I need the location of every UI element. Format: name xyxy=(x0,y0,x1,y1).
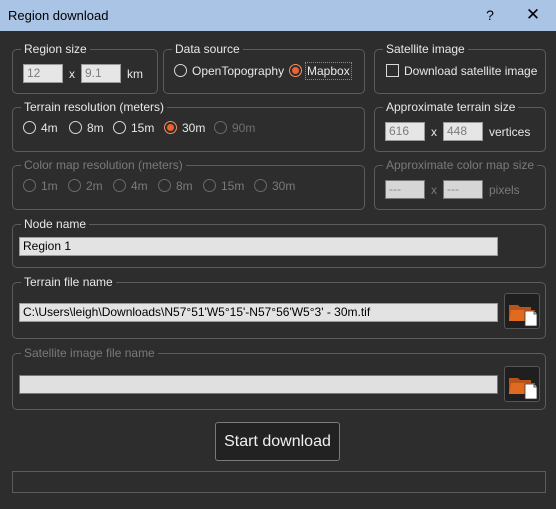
download-satellite-label[interactable]: Download satellite image xyxy=(404,63,537,79)
approx-terrain-size-title: Approximate terrain size xyxy=(383,99,519,115)
window-title: Region download xyxy=(8,8,109,23)
radio-terrain-8m[interactable] xyxy=(69,121,82,134)
region-size-group: Region size 12 x 9.1 km xyxy=(12,41,158,94)
radio-colormap-8m-label: 8m xyxy=(176,179,193,193)
region-size-title: Region size xyxy=(21,41,90,57)
terrain-size-unit: vertices xyxy=(489,125,531,139)
satellite-file-title: Satellite image file name xyxy=(21,345,158,361)
satellite-file-browse-button xyxy=(504,366,540,402)
satellite-image-title: Satellite image xyxy=(383,41,468,57)
region-size-x-label: x xyxy=(69,67,75,81)
node-name-group: Node name Region 1 xyxy=(12,216,546,268)
radio-terrain-90m xyxy=(214,121,227,134)
download-progress-bar xyxy=(12,471,546,493)
radio-colormap-4m-label: 4m xyxy=(131,179,148,193)
terrain-file-input[interactable]: C:\Users\leigh\Downloads\N57°51'W5°15'-N… xyxy=(19,303,498,322)
start-download-button[interactable]: Start download xyxy=(215,422,340,461)
radio-terrain-15m[interactable] xyxy=(113,121,126,134)
approx-color-map-size-title: Approximate color map size xyxy=(383,157,538,173)
radio-terrain-15m-label[interactable]: 15m xyxy=(131,120,154,136)
satellite-file-group: Satellite image file name xyxy=(12,345,546,410)
radio-terrain-4m-label[interactable]: 4m xyxy=(41,120,58,136)
radio-terrain-30m-label[interactable]: 30m xyxy=(182,120,205,136)
data-source-group: Data source OpenTopography Mapbox xyxy=(163,41,365,94)
radio-opentopography[interactable] xyxy=(174,64,187,77)
node-name-title: Node name xyxy=(21,216,90,232)
color-map-resolution-group: Color map resolution (meters) 1m 2m 4m 8… xyxy=(12,157,365,210)
radio-colormap-30m xyxy=(254,179,267,192)
close-button[interactable]: ✕ xyxy=(522,5,544,25)
region-height-field[interactable]: 9.1 xyxy=(81,64,121,83)
color-map-resolution-title: Color map resolution (meters) xyxy=(21,157,186,173)
radio-terrain-30m[interactable] xyxy=(164,121,177,134)
radio-terrain-8m-label[interactable]: 8m xyxy=(87,120,104,136)
colormap-width-field: --- xyxy=(385,180,425,199)
radio-colormap-30m-label: 30m xyxy=(272,179,296,193)
terrain-file-browse-button[interactable] xyxy=(504,293,540,329)
region-width-field[interactable]: 12 xyxy=(23,64,63,83)
colormap-height-field: --- xyxy=(443,180,483,199)
terrain-width-field: 616 xyxy=(385,122,425,141)
radio-terrain-90m-label: 90m xyxy=(232,121,256,135)
radio-colormap-1m-label: 1m xyxy=(41,179,58,193)
node-name-input[interactable]: Region 1 xyxy=(19,237,498,256)
radio-colormap-4m xyxy=(113,179,126,192)
region-size-unit: km xyxy=(127,67,143,81)
radio-colormap-8m xyxy=(158,179,171,192)
terrain-size-x-label: x xyxy=(431,125,437,139)
download-satellite-checkbox[interactable] xyxy=(386,64,399,77)
radio-mapbox-label[interactable]: Mapbox xyxy=(305,62,352,80)
folder-open-icon xyxy=(509,378,538,400)
help-button[interactable]: ? xyxy=(480,5,500,25)
colormap-size-x-label: x xyxy=(431,183,437,197)
radio-colormap-15m-label: 15m xyxy=(221,179,245,193)
colormap-size-unit: pixels xyxy=(489,183,520,197)
terrain-resolution-title: Terrain resolution (meters) xyxy=(21,99,168,115)
radio-mapbox[interactable] xyxy=(289,64,302,77)
title-bar: Region download ? ✕ xyxy=(0,0,556,31)
radio-colormap-2m-label: 2m xyxy=(86,179,103,193)
radio-colormap-2m xyxy=(68,179,81,192)
radio-opentopography-label[interactable]: OpenTopography xyxy=(192,63,284,79)
terrain-resolution-group: Terrain resolution (meters) 4m 8m 15m 30… xyxy=(12,99,365,152)
satellite-image-group: Satellite image Download satellite image xyxy=(374,41,546,94)
approx-color-map-size-group: Approximate color map size --- x --- pix… xyxy=(374,157,546,210)
terrain-file-title: Terrain file name xyxy=(21,274,116,290)
terrain-height-field: 448 xyxy=(443,122,483,141)
folder-open-icon xyxy=(509,305,538,327)
data-source-title: Data source xyxy=(172,41,243,57)
approx-terrain-size-group: Approximate terrain size 616 x 448 verti… xyxy=(374,99,546,152)
radio-colormap-15m xyxy=(203,179,216,192)
terrain-file-group: Terrain file name C:\Users\leigh\Downloa… xyxy=(12,274,546,339)
satellite-file-input xyxy=(19,375,498,394)
radio-colormap-1m xyxy=(23,179,36,192)
radio-terrain-4m[interactable] xyxy=(23,121,36,134)
